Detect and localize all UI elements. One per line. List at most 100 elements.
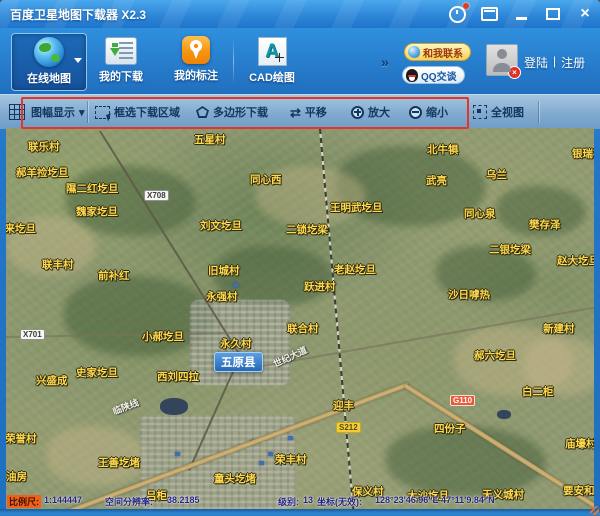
avatar[interactable]: × [486, 44, 518, 76]
blue-roof-building [233, 283, 238, 287]
map-label-town[interactable]: 五原县 [214, 352, 263, 372]
map-label-village: 四份子 [434, 421, 466, 436]
pin-tail [193, 51, 199, 59]
wangwang-icon [408, 46, 420, 58]
map-label-village: 北牛犋 [427, 142, 459, 157]
minimize-button[interactable] [510, 4, 532, 24]
map-label-village: 同心西 [250, 172, 282, 187]
toolbar-overflow-chevron[interactable]: » [381, 54, 389, 70]
sheet-display-label: 图幅显示 [31, 104, 75, 120]
map-label-village: 五星村 [194, 132, 226, 147]
pan-arrows-icon: ⇄ [290, 106, 301, 119]
close-button[interactable]: × [574, 4, 596, 24]
scale-label: 比例尺: [7, 495, 41, 508]
chevron-down-icon [74, 58, 82, 63]
zoom-in-icon [351, 106, 364, 119]
my-annotations-button[interactable]: 我的标注 [164, 33, 228, 89]
map-label-village: 前补红 [98, 268, 130, 283]
title-bar[interactable]: 百度卫星地图下载器 X2.3 × [0, 0, 600, 28]
map-label-village: 旧城村 [208, 263, 240, 278]
map-label-village: 跃进村 [304, 279, 336, 294]
box-select-download-button[interactable]: 框选下载区域 [95, 101, 180, 123]
register-link[interactable]: 注册 [561, 54, 585, 71]
cad-drawing-label: CAD绘图 [249, 69, 295, 85]
blue-roof-building [268, 452, 273, 456]
full-view-button[interactable]: 全视图 [473, 101, 524, 123]
pan-label: 平移 [305, 104, 327, 120]
map-label-village: 小郝圪旦 [142, 329, 184, 344]
online-map-button[interactable]: 在线地图 [11, 33, 87, 91]
skin-button[interactable] [478, 4, 500, 24]
blue-roof-building [288, 436, 293, 440]
map-label-village: 二银圪梁 [489, 242, 531, 257]
status-bar: 比例尺: 1:144447 空间分辨率: 38.2185 级别: 13 坐标(无… [6, 495, 594, 508]
map-label-village: 新建村 [543, 321, 575, 336]
map-label-village: 乌兰 [486, 167, 507, 182]
map-label-village: 联丰村 [42, 257, 74, 272]
skin-icon [481, 7, 498, 21]
pentagon-icon [196, 106, 209, 118]
account-links: 登陆 | 注册 [524, 54, 585, 71]
qq-chat-button[interactable]: QQ交谈 [402, 66, 465, 84]
resolution-value: 38.2185 [167, 495, 200, 505]
offline-badge: × [508, 66, 521, 79]
main-toolbar: 在线地图 我的下载 我的标注 A CAD绘图 » 和我联系 QQ交谈 × 登陆 [0, 28, 600, 95]
update-notice-button[interactable] [446, 4, 468, 24]
polygon-download-label: 多边形下载 [213, 104, 268, 120]
map-label-village: 油房 [6, 469, 27, 484]
cad-drawing-button[interactable]: A CAD绘图 [240, 33, 304, 89]
map-label-village: 王善圪堵 [98, 455, 140, 470]
vegetation-patch [66, 166, 196, 236]
map-label-shield-yellow: S212 [336, 422, 361, 433]
grid-icon [9, 104, 25, 120]
window-bottom-frame [0, 509, 600, 516]
zoom-out-icon [409, 106, 422, 119]
scale-value: 1:144447 [44, 495, 82, 505]
map-pin-icon [182, 36, 210, 64]
polygon-download-button[interactable]: 多边形下载 [196, 101, 268, 123]
sheet-display-button[interactable]: 图幅显示 ▾ [31, 101, 85, 123]
contact-me-button[interactable]: 和我联系 [404, 43, 471, 61]
maptools-separator [87, 101, 88, 123]
map-label-village: 二锁圪梁 [286, 222, 328, 237]
map-label-village: 噢来圪旦 [6, 221, 36, 236]
satellite-map[interactable]: 联乐村五星村郝羊捡圪旦隰二红圪旦同心西魏家圪旦刘文圪旦二锁圪梁噢来圪旦北牛犋银瑞… [6, 128, 594, 509]
blue-roof-building [175, 452, 180, 456]
map-label-village: 联合村 [287, 321, 319, 336]
update-alert-icon [449, 6, 466, 23]
account-divider: | [553, 54, 556, 71]
map-label-village: 史家圪旦 [76, 365, 118, 380]
map-label-shield-white: X701 [20, 329, 45, 340]
zoom-level-value: 13 [303, 495, 313, 505]
zoom-in-button[interactable]: 放大 [351, 101, 390, 123]
maximize-button[interactable] [542, 4, 564, 24]
pond [160, 398, 188, 415]
map-label-village: 同心泉 [464, 206, 496, 221]
map-label-village: 王明武圪旦 [330, 200, 383, 215]
map-label-village: 银瑞祥 [572, 146, 594, 161]
cad-letter: A [265, 42, 279, 61]
my-downloads-button[interactable]: 我的下载 [89, 33, 153, 89]
zoom-level-label: 级别: [278, 495, 299, 508]
map-label-village: 郝六圪旦 [474, 348, 516, 363]
map-label-village: 刘文圪旦 [200, 218, 242, 233]
zoom-out-button[interactable]: 缩小 [409, 101, 448, 123]
full-view-icon [473, 105, 487, 119]
full-view-label: 全视图 [491, 104, 524, 120]
marquee-select-icon [95, 106, 110, 119]
map-label-village: 沙日嘑热 [448, 287, 490, 302]
map-label-village: 荣丰村 [275, 452, 307, 467]
map-label-village: 老赵圪旦 [334, 262, 376, 277]
grid-toggle-button[interactable] [9, 101, 25, 123]
minimize-icon [516, 17, 527, 20]
zoom-in-label: 放大 [368, 104, 390, 120]
map-label-village: 隰二红圪旦 [66, 181, 119, 196]
pan-button[interactable]: ⇄ 平移 [290, 101, 327, 123]
contact-me-label: 和我联系 [423, 45, 463, 60]
map-label-village: 白二柜 [522, 384, 554, 399]
app-window: 百度卫星地图下载器 X2.3 × 在线地图 我的下载 我的标注 A CAD绘图 [0, 0, 600, 516]
map-label-village: 樊存泽 [529, 217, 561, 232]
login-link[interactable]: 登陆 [524, 54, 548, 71]
map-label-shield-red: G110 [450, 395, 475, 406]
map-label-village: 荣誉村 [6, 431, 37, 446]
